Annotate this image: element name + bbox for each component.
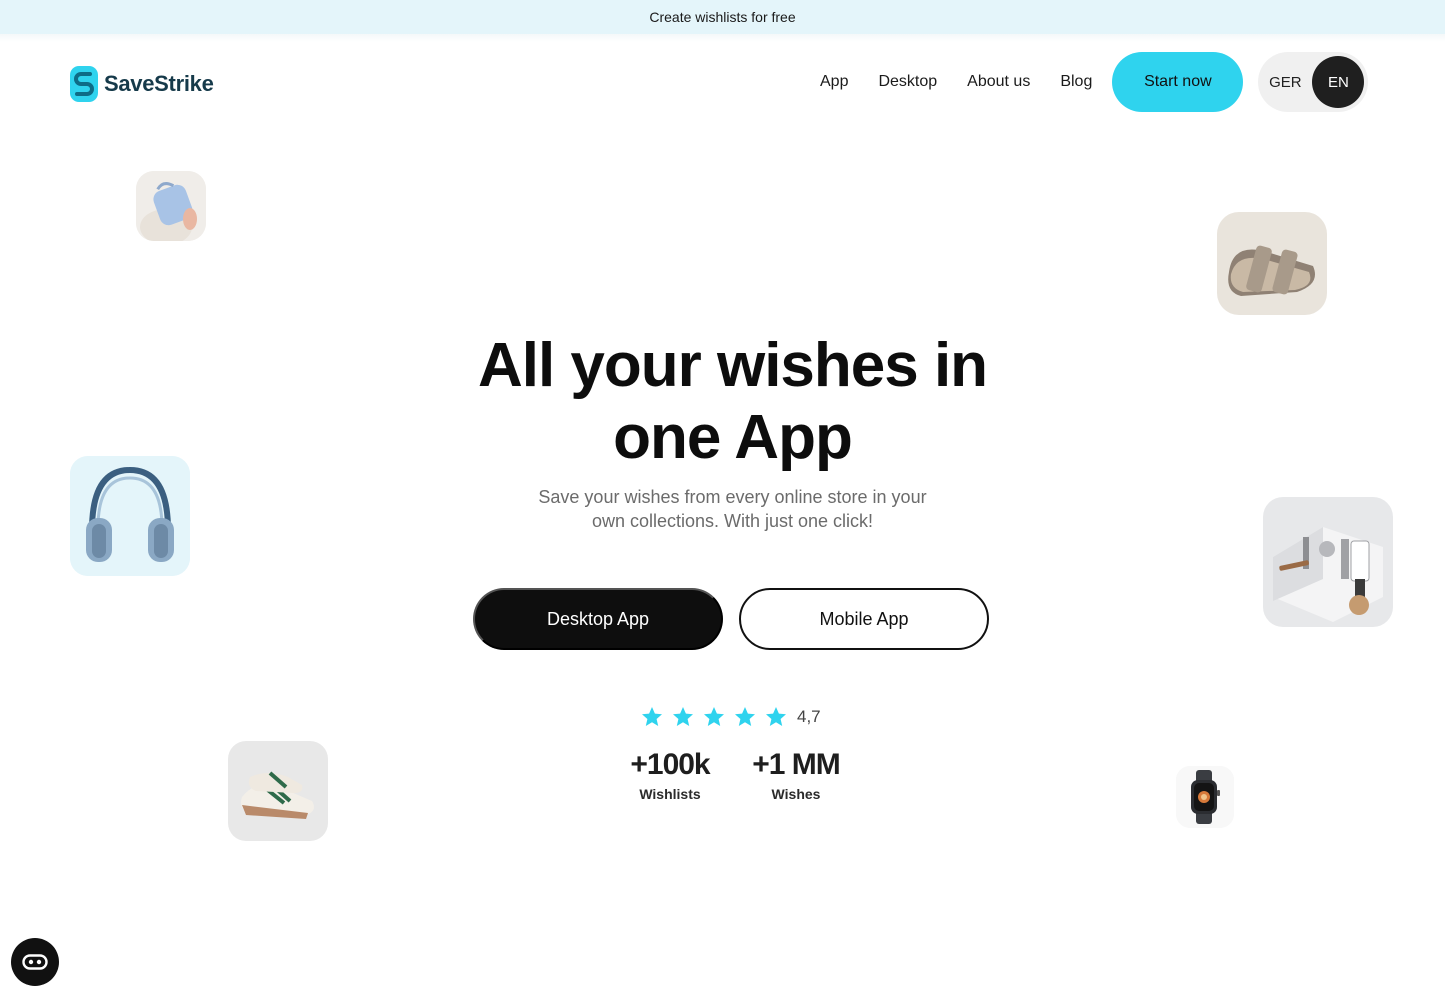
stat-wishlists: +100k Wishlists <box>620 748 720 802</box>
announcement-text: Create wishlists for free <box>649 9 796 25</box>
language-en[interactable]: EN <box>1312 56 1365 108</box>
rating: 4,7 <box>640 705 821 729</box>
stat-number: +100k <box>630 748 710 781</box>
star-icon <box>673 707 693 726</box>
mobile-app-button[interactable]: Mobile App <box>739 588 989 650</box>
star-icon <box>766 707 786 726</box>
chat-widget-button[interactable] <box>11 938 59 986</box>
brand-logo[interactable]: SaveStrike <box>70 66 214 102</box>
nav-link-about[interactable]: About us <box>967 73 1030 91</box>
hero-title: All your wishes in one App <box>360 330 1105 474</box>
star-icon <box>642 707 662 726</box>
nav-link-app[interactable]: App <box>820 73 848 91</box>
chat-icon <box>22 954 48 970</box>
sandals-image <box>1217 212 1327 315</box>
announcement-bar: Create wishlists for free <box>0 0 1445 34</box>
language-ger[interactable]: GER <box>1258 74 1312 91</box>
rating-value: 4,7 <box>797 707 821 726</box>
hero-title-line1: All your wishes in <box>477 331 988 400</box>
logo-icon <box>70 66 98 102</box>
smartwatch-image <box>1176 766 1234 828</box>
start-now-button[interactable]: Start now <box>1112 52 1244 112</box>
language-switcher: GER EN <box>1258 52 1369 112</box>
stat-wishes: +1 MM Wishes <box>746 748 846 802</box>
hero-title-line2: one App <box>613 403 853 472</box>
stat-label: Wishlists <box>639 786 701 802</box>
nav-link-blog[interactable]: Blog <box>1060 73 1092 91</box>
brand-name: SaveStrike <box>104 71 214 96</box>
star-icon <box>735 707 755 726</box>
hero-subtitle: Save your wishes from every online store… <box>538 487 927 531</box>
sneakers-image <box>228 741 328 841</box>
bag-image <box>136 171 206 241</box>
desktop-app-button[interactable]: Desktop App <box>473 588 723 650</box>
coffee-machine-image <box>1263 497 1393 627</box>
stat-number: +1 MM <box>752 748 841 781</box>
star-icon <box>704 707 724 726</box>
header-shadow <box>0 34 1445 42</box>
nav-link-desktop[interactable]: Desktop <box>878 73 937 91</box>
headphones-image <box>70 456 190 576</box>
main-nav: App Desktop About us Blog Start now GER … <box>820 52 1369 112</box>
stat-label: Wishes <box>771 786 821 802</box>
